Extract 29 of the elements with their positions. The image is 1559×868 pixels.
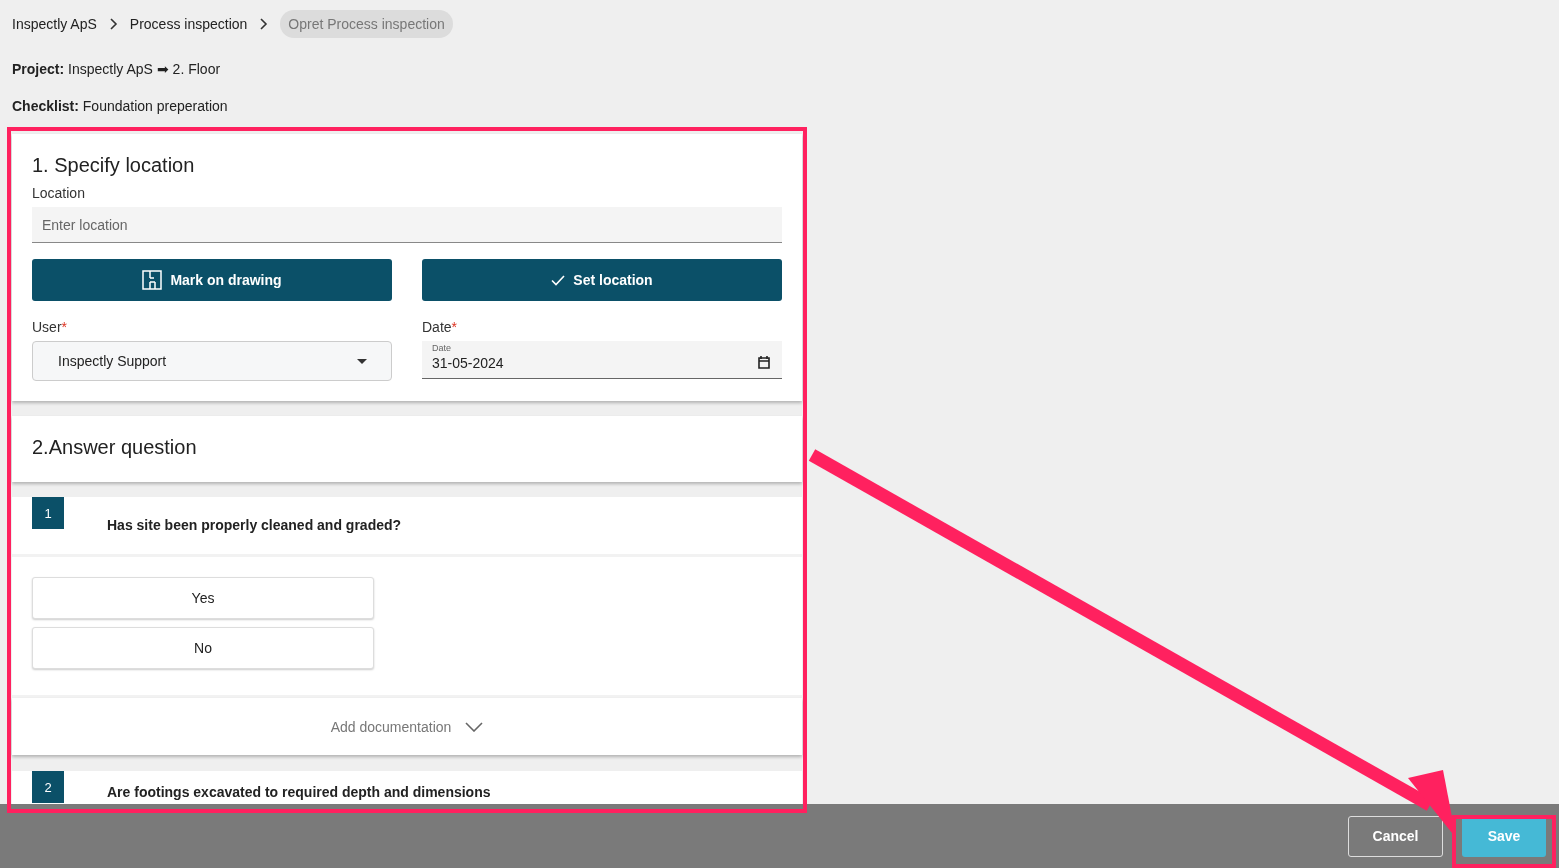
mark-on-drawing-button[interactable]: Mark on drawing xyxy=(32,259,392,301)
chevron-right-icon xyxy=(108,18,118,30)
question-text: Has site been properly cleaned and graded? xyxy=(107,517,402,535)
answer-button[interactable]: Yes xyxy=(32,577,374,619)
floor-plan-icon xyxy=(142,270,163,290)
user-dropdown[interactable]: Inspectly Support xyxy=(32,341,392,381)
project-line: Project: Inspectly ApS ➡ 2. Floor xyxy=(12,61,222,77)
check-icon xyxy=(551,274,566,286)
field-label: Location xyxy=(32,185,86,201)
date-field[interactable]: Date 31-05-2024 xyxy=(422,341,782,379)
calendar-icon[interactable] xyxy=(758,356,770,369)
cancel-button[interactable]: Cancel xyxy=(1348,815,1443,857)
section-title: 1. Specify location xyxy=(32,154,196,177)
question-number: 2 xyxy=(32,771,64,803)
chevron-right-icon xyxy=(259,18,269,30)
chevron-down-icon xyxy=(465,721,484,732)
checklist-line: Checklist: Foundation preperation xyxy=(12,98,229,114)
question-text: Are footings excavated to required depth and dimensions xyxy=(107,784,491,802)
field-label: Date* xyxy=(422,319,459,335)
question-number: 1 xyxy=(32,497,64,529)
breadcrumb-link[interactable]: Inspectly ApS xyxy=(12,16,97,32)
caret-down-icon xyxy=(357,358,367,364)
answer-button[interactable]: No xyxy=(32,627,374,669)
field-label: User* xyxy=(32,319,68,335)
set-location-button[interactable]: Set location xyxy=(422,259,782,301)
breadcrumb-link[interactable]: Process inspection xyxy=(129,16,248,32)
add-documentation-toggle[interactable]: Add documentation xyxy=(12,698,802,755)
section-title: 2.Answer question xyxy=(32,436,198,459)
location-input[interactable]: Enter location xyxy=(32,207,782,243)
